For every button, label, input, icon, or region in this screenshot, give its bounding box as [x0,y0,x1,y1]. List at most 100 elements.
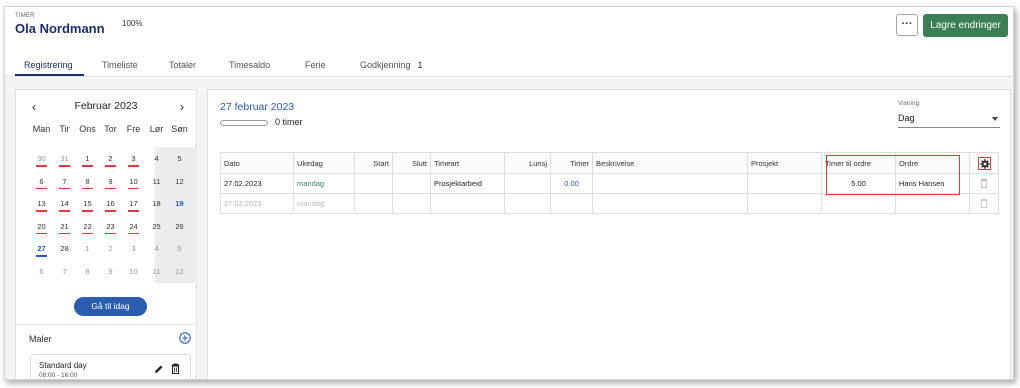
cell-date[interactable]: 27.02.2023 [220,193,294,214]
more-options-button[interactable]: ··· [896,14,918,36]
tab-registrering[interactable]: Registrering [24,60,73,70]
calendar-day[interactable]: 21 [53,217,76,240]
next-month-button[interactable]: › [180,100,184,114]
cell-description[interactable] [592,173,748,194]
calendar-day[interactable]: 18 [145,194,168,217]
cell-hours[interactable] [550,193,593,214]
cell-order-hours[interactable]: 5.00 [821,173,896,194]
calendar-day[interactable]: 3 [122,149,145,172]
cell-weekday: mandag [293,193,355,214]
table-row[interactable]: 27.02.2023 mandag [220,193,999,214]
cell-end[interactable] [392,173,431,194]
calendar-day[interactable]: 14 [53,194,76,217]
cell-description[interactable] [592,193,748,214]
calendar-day[interactable]: 24 [122,217,145,240]
calendar-day[interactable]: 31 [53,149,76,172]
cell-lunch[interactable] [504,173,551,194]
calendar-day[interactable]: 12 [168,262,191,285]
col-slutt: Slutt [392,152,431,174]
tab-timeliste[interactable]: Timeliste [102,60,138,70]
add-template-icon[interactable] [179,332,191,344]
calendar-panel: ‹ Februar 2023 › Man Tir Ons Tor Fre Lør Søn 3… [15,89,197,379]
calendar-day[interactable]: 10 [122,172,145,195]
calendar-day-number: 1 [85,244,90,253]
registration-status-underline [36,232,47,234]
template-title: Standard day [39,361,87,370]
column-settings-button[interactable] [977,156,991,170]
calendar-day[interactable]: 19 [168,194,191,217]
calendar-day[interactable]: 28 [53,239,76,262]
delete-template-icon[interactable] [171,363,180,374]
calendar-day[interactable]: 2 [99,239,122,262]
calendar-day[interactable]: 9 [99,172,122,195]
calendar-day[interactable]: 25 [145,217,168,240]
calendar-day[interactable]: 5 [168,239,191,262]
tab-ferie[interactable]: Ferie [305,60,326,70]
calendar-day[interactable]: 30 [30,149,53,172]
tab-totaler[interactable]: Totaler [169,60,196,70]
calendar-day[interactable]: 7 [53,262,76,285]
calendar-day-number: 5 [177,244,182,253]
trash-icon[interactable] [980,198,988,208]
calendar-day[interactable]: 9 [99,262,122,285]
cell-date[interactable]: 27.02.2023 [220,173,294,194]
calendar-day[interactable]: 1 [76,239,99,262]
calendar-day[interactable]: 7 [53,172,76,195]
col-timer-til-ordre: Timer til ordre [821,152,896,174]
calendar-day[interactable]: 2 [99,149,122,172]
calendar-day[interactable]: 27 [30,239,53,262]
view-select[interactable]: Dag [898,110,1000,128]
selected-date-title: 27 februar 2023 [220,101,295,113]
calendar-day-number: 10 [129,266,138,276]
calendar-day[interactable]: 6 [30,262,53,285]
calendar-day-number: 23 [106,221,115,231]
go-to-today-button[interactable]: Gå til idag [74,297,147,316]
calendar-day[interactable]: 1 [76,149,99,172]
cell-end[interactable] [392,193,431,214]
registration-status-underline [128,210,139,212]
calendar-day[interactable]: 4 [145,239,168,262]
calendar-day[interactable]: 23 [99,217,122,240]
tab-timesaldo[interactable]: Timesaldo [229,60,270,70]
cell-hour-type[interactable] [430,193,505,214]
cell-start[interactable] [354,173,393,194]
trash-icon[interactable] [980,178,988,188]
calendar-day[interactable]: 4 [145,149,168,172]
cell-hour-type[interactable]: Prosjektarbeid [430,173,505,194]
calendar-day[interactable]: 13 [30,194,53,217]
calendar-day[interactable]: 11 [145,262,168,285]
cell-lunch[interactable] [504,193,551,214]
calendar-day[interactable]: 22 [76,217,99,240]
calendar-day-number: 2 [108,244,113,253]
calendar-day[interactable]: 6 [30,172,53,195]
calendar-day[interactable]: 12 [168,172,191,195]
calendar-day[interactable]: 11 [145,172,168,195]
cell-project[interactable] [747,173,822,194]
cell-hours[interactable]: 0.00 [550,173,593,194]
calendar-day[interactable]: 20 [30,217,53,240]
calendar-day-number: 9 [108,266,113,276]
registration-status-underline [36,165,47,167]
cell-order[interactable]: Hans Hansen [895,173,970,194]
calendar-day[interactable]: 8 [76,172,99,195]
calendar-day[interactable]: 10 [122,262,145,285]
calendar-day[interactable]: 16 [99,194,122,217]
cell-order[interactable] [895,193,970,214]
pencil-icon[interactable] [154,364,164,374]
calendar-day[interactable]: 17 [122,194,145,217]
registration-status-underline [36,187,47,189]
save-changes-button[interactable]: Lagre endringer [923,14,1008,37]
calendar-day[interactable]: 5 [168,149,191,172]
template-card[interactable]: Standard day 08:00 - 16:00 [30,354,191,379]
tab-godkjenning-label: Godkjenning [360,60,411,70]
calendar-day[interactable]: 26 [168,217,191,240]
cell-start[interactable] [354,193,393,214]
calendar-day[interactable]: 3 [122,239,145,262]
tab-godkjenning[interactable]: Godkjenning 1 [360,60,423,70]
cell-project[interactable] [747,193,822,214]
calendar-day[interactable]: 15 [76,194,99,217]
cell-order-hours[interactable] [821,193,896,214]
calendar-day[interactable]: 8 [76,262,99,285]
calendar-day-number: 3 [131,154,136,163]
table-row[interactable]: 27.02.2023 mandag Prosjektarbeid 0.00 5.… [220,173,999,194]
